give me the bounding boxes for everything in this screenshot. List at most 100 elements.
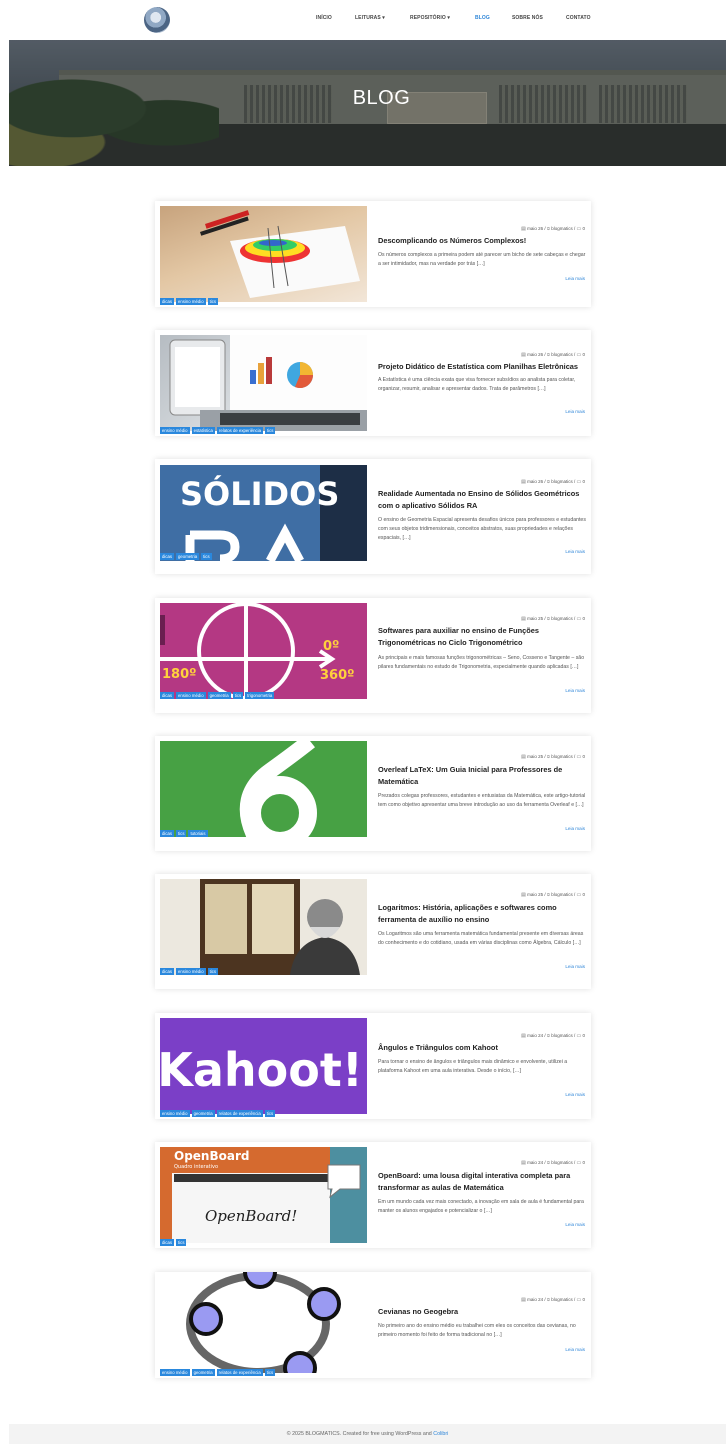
colibri-link[interactable]: Colibri <box>433 1431 448 1437</box>
tag[interactable]: tutoriais <box>188 830 208 837</box>
comments-icon: ▭ <box>576 892 582 898</box>
tag[interactable]: estatística <box>191 427 215 434</box>
calendar-icon: ▤ <box>521 616 526 622</box>
post-comments[interactable]: 0 <box>582 352 585 357</box>
post-author[interactable]: blogmatics <box>551 479 573 484</box>
post-comments[interactable]: 0 <box>582 1033 585 1038</box>
post-title[interactable]: Projeto Didático de Estatística com Plan… <box>378 361 588 373</box>
post-title[interactable]: Softwares para auxiliar no ensino de Fun… <box>378 625 588 649</box>
post-date[interactable]: maio 25 <box>527 616 543 621</box>
post-thumbnail[interactable]: 180º 0º 360º <box>160 603 367 699</box>
nav-leituras[interactable]: LEITURAS ▾ <box>355 15 385 21</box>
tag[interactable]: dicas <box>160 968 175 975</box>
post-tags: dicas geometria tics <box>160 553 212 560</box>
tag[interactable]: relatos de experiência <box>216 1110 263 1117</box>
copyright-text: © 2025 BLOGMATICS. Created for free usin… <box>286 1431 432 1437</box>
tag[interactable]: geometria <box>191 1110 215 1117</box>
tag[interactable]: dicas <box>160 298 175 305</box>
read-more-link[interactable]: Leia mais <box>565 1092 585 1097</box>
kahoot-logo-image: Kahoot! <box>160 1018 367 1114</box>
read-more-link[interactable]: Leia mais <box>565 409 585 414</box>
post-title[interactable]: Descomplicando os Números Complexos! <box>378 235 588 247</box>
read-more-link[interactable]: Leia mais <box>565 1347 585 1352</box>
post-title[interactable]: Realidade Aumentada no Ensino de Sólidos… <box>378 488 588 512</box>
post-comments[interactable]: 0 <box>582 1160 585 1165</box>
post-date[interactable]: maio 25 <box>527 754 543 759</box>
tag[interactable]: tics <box>176 830 187 837</box>
post-comments[interactable]: 0 <box>582 616 585 621</box>
post-author[interactable]: blogmatics <box>551 892 573 897</box>
tag[interactable]: dicas <box>160 692 175 699</box>
post-title[interactable]: Overleaf LaTeX: Um Guia Inicial para Pro… <box>378 764 588 788</box>
tag[interactable]: tics <box>232 692 244 699</box>
tag[interactable]: relatos de experiência <box>216 1369 263 1376</box>
post-author[interactable]: blogmatics <box>551 616 573 621</box>
read-more-link[interactable]: Leia mais <box>565 688 585 693</box>
post-author[interactable]: blogmatics <box>551 352 573 357</box>
post-thumbnail[interactable] <box>160 206 367 302</box>
tag[interactable]: ensino médio <box>160 1369 190 1376</box>
post-title[interactable]: Cevianas no Geogebra <box>378 1306 588 1318</box>
post-author[interactable]: blogmatics <box>551 1160 573 1165</box>
tag[interactable]: ensino médio <box>176 692 206 699</box>
post-comments[interactable]: 0 <box>582 226 585 231</box>
tag[interactable]: geometria <box>207 692 231 699</box>
svg-text:0º: 0º <box>323 639 339 654</box>
post-title[interactable]: Ângulos e Triângulos com Kahoot <box>378 1042 588 1054</box>
post-comments[interactable]: 0 <box>582 754 585 759</box>
tag[interactable]: tics <box>264 1110 276 1117</box>
post-thumbnail[interactable]: Kahoot! <box>160 1018 367 1114</box>
tag[interactable]: dicas <box>160 830 175 837</box>
nav-inicio[interactable]: INÍCIO <box>316 15 332 21</box>
post-comments[interactable]: 0 <box>582 479 585 484</box>
read-more-link[interactable]: Leia mais <box>565 276 585 281</box>
nav-repositorio[interactable]: REPOSITÓRIO ▾ <box>410 15 450 21</box>
tag[interactable]: geometria <box>191 1369 215 1376</box>
tag[interactable]: tics <box>201 553 212 560</box>
tag[interactable]: ensino médio <box>176 968 206 975</box>
post-author[interactable]: blogmatics <box>551 1033 573 1038</box>
read-more-link[interactable]: Leia mais <box>565 964 585 969</box>
post-date[interactable]: maio 25 <box>527 892 543 897</box>
tag[interactable]: tics <box>207 968 219 975</box>
post-date[interactable]: maio 26 <box>527 479 543 484</box>
post-comments[interactable]: 0 <box>582 892 585 897</box>
nav-blog[interactable]: BLOG <box>475 15 490 21</box>
tag[interactable]: tics <box>264 427 276 434</box>
nav-sobre-nos[interactable]: SOBRE NÓS <box>512 15 543 21</box>
nav-contato[interactable]: CONTATO <box>566 15 591 21</box>
post-date[interactable]: maio 24 <box>527 1160 543 1165</box>
tag[interactable]: tics <box>207 298 219 305</box>
tag[interactable]: dicas <box>160 553 175 560</box>
tag[interactable]: tics <box>176 1239 187 1246</box>
author-icon: ⍝ <box>546 1297 550 1303</box>
tag[interactable]: geometria <box>176 553 200 560</box>
post-thumbnail[interactable] <box>160 741 367 837</box>
post-title[interactable]: Logaritmos: História, aplicações e softw… <box>378 902 588 926</box>
tag[interactable]: dicas <box>160 1239 175 1246</box>
tag[interactable]: trigonometria <box>245 692 275 699</box>
post-comments[interactable]: 0 <box>582 1297 585 1302</box>
post-author[interactable]: blogmatics <box>551 226 573 231</box>
tag[interactable]: relatos de experiência <box>216 427 263 434</box>
tag[interactable]: ensino médio <box>160 1110 190 1117</box>
post-date[interactable]: maio 26 <box>527 352 543 357</box>
post-author[interactable]: blogmatics <box>551 754 573 759</box>
post-thumbnail[interactable]: SÓLIDOS <box>160 465 367 561</box>
read-more-link[interactable]: Leia mais <box>565 1222 585 1227</box>
post-date[interactable]: maio 24 <box>527 1297 543 1302</box>
tag[interactable]: tics <box>264 1369 276 1376</box>
tag[interactable]: ensino médio <box>160 427 190 434</box>
post-thumbnail[interactable] <box>160 879 367 975</box>
read-more-link[interactable]: Leia mais <box>565 826 585 831</box>
post-thumbnail[interactable] <box>160 335 367 431</box>
post-author[interactable]: blogmatics <box>551 1297 573 1302</box>
post-thumbnail[interactable]: OpenBoard Quadro interativo OpenBoard! <box>160 1147 367 1243</box>
svg-text:360º: 360º <box>320 668 354 683</box>
read-more-link[interactable]: Leia mais <box>565 549 585 554</box>
post-date[interactable]: maio 24 <box>527 1033 543 1038</box>
post-date[interactable]: maio 26 <box>527 226 543 231</box>
post-thumbnail[interactable] <box>160 1272 367 1373</box>
post-title[interactable]: OpenBoard: uma lousa digital interativa … <box>378 1170 588 1194</box>
tag[interactable]: ensino médio <box>176 298 206 305</box>
